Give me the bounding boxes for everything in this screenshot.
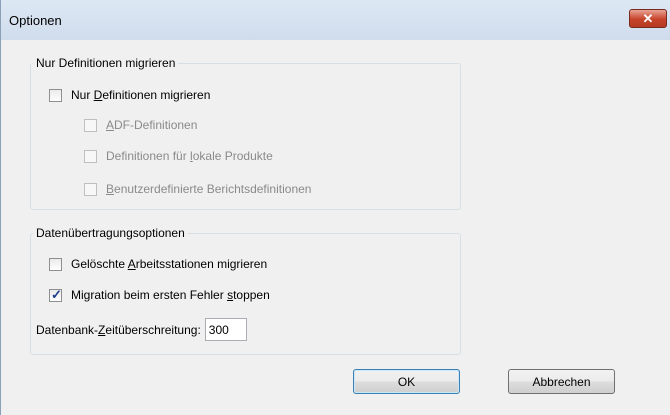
custom-reports-checkbox[interactable]: [84, 182, 97, 196]
group-definitions-title: Nur Definitionen migrieren: [33, 56, 179, 70]
local-products-label: Definitionen für lokale Produkte: [106, 149, 273, 163]
db-timeout-label: Datenbank-Zeitüberschreitung:: [36, 322, 201, 337]
options-dialog: Optionen ✕ Nur Definitionen migrieren Nu…: [0, 0, 670, 415]
stop-on-error-checkbox[interactable]: ✓: [49, 286, 62, 302]
adf-definitions-label: ADF-Definitionen: [106, 118, 198, 132]
db-timeout-row: Datenbank-Zeitüberschreitung:: [36, 318, 247, 341]
local-products-checkbox[interactable]: [84, 149, 97, 163]
group-transfer-options-title: Datenübertragungsoptionen: [33, 226, 188, 240]
deleted-workstations-row[interactable]: Gelöschte Arbeitsstationen migrieren: [49, 254, 267, 274]
db-timeout-input[interactable]: [204, 318, 247, 341]
deleted-workstations-label: Gelöschte Arbeitsstationen migrieren: [71, 257, 268, 271]
custom-reports-label: Benutzerdefinierte Berichtsdefinitionen: [106, 182, 312, 196]
title-bar[interactable]: Optionen ✕: [1, 0, 670, 40]
local-products-row[interactable]: Definitionen für lokale Produkte: [84, 146, 273, 166]
adf-definitions-row[interactable]: ADF-Definitionen: [84, 115, 197, 135]
custom-reports-row[interactable]: Benutzerdefinierte Berichtsdefinitionen: [84, 179, 311, 199]
dialog-client-area: Nur Definitionen migrieren Nur Definitio…: [9, 40, 663, 410]
only-definitions-checkbox[interactable]: [49, 88, 62, 102]
cancel-button[interactable]: Abbrechen: [508, 369, 615, 394]
checkmark-icon: ✓: [51, 286, 62, 302]
stop-on-error-row[interactable]: ✓ Migration beim ersten Fehler stoppen: [49, 285, 270, 305]
window-title: Optionen: [9, 13, 62, 28]
adf-definitions-checkbox[interactable]: [84, 118, 97, 132]
close-icon: ✕: [642, 10, 654, 26]
only-definitions-row[interactable]: Nur Definitionen migrieren: [49, 85, 210, 105]
only-definitions-label: Nur Definitionen migrieren: [71, 88, 211, 102]
ok-button[interactable]: OK: [353, 369, 460, 394]
deleted-workstations-checkbox[interactable]: [49, 257, 62, 271]
close-button[interactable]: ✕: [629, 9, 667, 28]
stop-on-error-label: Migration beim ersten Fehler stoppen: [71, 288, 270, 302]
